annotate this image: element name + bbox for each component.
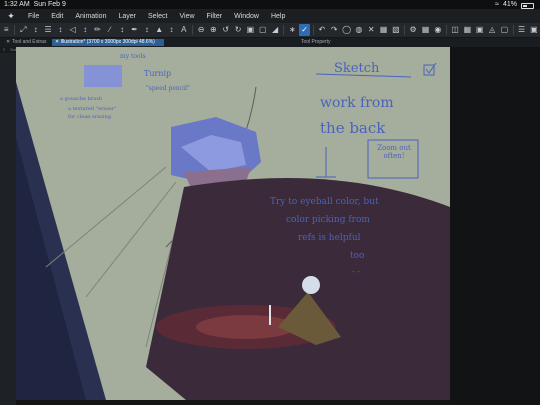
active-brush-icon[interactable]: ✓: [299, 24, 310, 36]
actual-size-icon[interactable]: ▢: [258, 24, 268, 36]
table-top: [146, 178, 450, 400]
settings-gear-icon[interactable]: ⚙: [408, 24, 418, 36]
note-eyeball-2: color picking from: [286, 215, 370, 225]
chevron-up-down-icon[interactable]: ↕: [80, 24, 90, 36]
drawing-canvas[interactable]: my tools Turnip "speed pencil" a gouache…: [16, 47, 450, 400]
note-brush-name: Turnip: [144, 69, 172, 78]
menu-list-icon[interactable]: ≡: [1, 24, 11, 36]
figure-head: [302, 276, 320, 294]
note-sketch: Sketch: [334, 61, 380, 76]
battery-percent: 41%: [502, 1, 517, 8]
tab-document[interactable]: ✕ Illustration* (3700 x 3000px 300dpi 48…: [52, 39, 164, 46]
layer-draft-icon[interactable]: ▢: [499, 24, 509, 36]
note-gouache: a gouache brush: [60, 96, 103, 102]
zoom-in-icon[interactable]: ⊕: [208, 24, 218, 36]
menu-edit[interactable]: Edit: [45, 13, 69, 20]
menu-file[interactable]: File: [22, 13, 45, 20]
note-eyeball-4: too: [350, 251, 365, 261]
chevron-up-down-icon[interactable]: ↕: [142, 24, 152, 36]
reference-icon[interactable]: ◉: [433, 24, 443, 36]
small-candle: [269, 305, 271, 325]
panel-tab-bar: ✕ Tool and Extras ✕ Illustration* (3700 …: [0, 38, 540, 47]
toolbar-divider: [14, 25, 16, 35]
flip-icon[interactable]: ◢: [270, 24, 280, 36]
layer-stack-icon[interactable]: ☰: [43, 24, 53, 36]
menu-layer[interactable]: Layer: [112, 13, 142, 20]
note-eraser-1: a textured "eraser": [68, 106, 117, 112]
lasso-icon[interactable]: ◯: [341, 24, 351, 36]
note-eyeball-1: Try to eyeball color, but: [270, 197, 379, 207]
note-sweat: - -: [352, 267, 360, 276]
redo-icon[interactable]: ↷: [329, 24, 339, 36]
menu-help[interactable]: Help: [265, 13, 291, 20]
toolbar-divider: [404, 25, 405, 35]
tab-tool-property[interactable]: Tool Property: [298, 39, 333, 46]
command-bar: ≡ ⤢ ↕ ☰ ↕ ◁ ↕ ✏ ∕ ↕ ✒ ↕ ▲ ↕ A ⊖ ⊕ ↺ ↻ ▣ …: [0, 23, 540, 38]
fit-icon[interactable]: ▣: [245, 24, 255, 36]
layer-lock-icon[interactable]: ▣: [475, 24, 485, 36]
select-invert-icon[interactable]: ▧: [391, 24, 401, 36]
tab-tool-list[interactable]: Tool and Extras: [9, 39, 49, 46]
layers-panel-icon[interactable]: ☰: [516, 24, 526, 36]
note-brush-quote: "speed pencil": [146, 85, 190, 92]
wifi-icon: ≈: [495, 1, 499, 8]
chevron-up-down-icon[interactable]: ↕: [31, 24, 41, 36]
menu-window[interactable]: Window: [228, 13, 265, 20]
layer-clip-icon[interactable]: ▦: [462, 24, 472, 36]
status-right: ≈ 41%: [495, 0, 534, 9]
close-icon[interactable]: ✕: [55, 39, 59, 45]
layer-ref-icon[interactable]: ◬: [487, 24, 497, 36]
right-panel-area: [450, 47, 540, 405]
toolbar-divider: [283, 25, 285, 35]
chevron-up-down-icon[interactable]: ↕: [166, 24, 176, 36]
fill-bucket-icon[interactable]: ▲: [154, 24, 164, 36]
undo-icon[interactable]: ↶: [317, 24, 327, 36]
color-swatch: [84, 65, 122, 87]
toolbar-divider: [312, 25, 314, 35]
ios-status-bar: 1:32 AM Sun Feb 9 ≈ 41%: [0, 0, 540, 9]
note-zoom-out: Zoom out often!: [377, 144, 411, 160]
pencil-icon[interactable]: ✏: [92, 24, 102, 36]
note-eyeball-3: refs is helpful: [298, 233, 361, 243]
eyedropper-icon[interactable]: ∗: [287, 24, 297, 36]
battery-icon: [521, 2, 534, 9]
toolbar-divider: [445, 25, 447, 35]
move-tool-icon[interactable]: ⤢: [18, 24, 28, 36]
menu-filter[interactable]: Filter: [201, 13, 229, 20]
status-time: 1:32 AM Sun Feb 9: [4, 1, 66, 8]
toolbar-divider: [192, 25, 193, 35]
toolbar-divider: [512, 25, 514, 35]
select-all-icon[interactable]: ▦: [378, 24, 388, 36]
rotate-left-icon[interactable]: ↺: [221, 24, 231, 36]
clear-icon[interactable]: ✕: [366, 24, 376, 36]
lasso-add-icon[interactable]: ◍: [354, 24, 364, 36]
left-tool-strip: [0, 53, 16, 405]
chevron-up-down-icon[interactable]: ↕: [55, 24, 65, 36]
zoom-out-icon[interactable]: ⊖: [196, 24, 206, 36]
chevron-up-down-icon[interactable]: ↕: [117, 24, 127, 36]
brush-icon[interactable]: ∕: [105, 24, 115, 36]
document-title: Illustration* (3700 x 3000px 300dpi 48.6…: [60, 39, 155, 45]
grid-icon[interactable]: ▦: [420, 24, 430, 36]
note-work-from: work from: [320, 95, 394, 111]
panel-toggle-icon[interactable]: ▣: [529, 24, 539, 36]
note-my-tools: my tools: [120, 53, 146, 60]
menu-bar: ✦ File Edit Animation Layer Select View …: [0, 9, 540, 23]
note-eraser-2: for clean erasing: [68, 114, 111, 120]
text-tool-icon[interactable]: A: [179, 24, 189, 36]
rotate-right-icon[interactable]: ↻: [233, 24, 243, 36]
note-the-back: the back: [320, 119, 386, 137]
app-logo-icon[interactable]: ✦: [0, 11, 22, 22]
menu-select[interactable]: Select: [142, 13, 173, 20]
menu-animation[interactable]: Animation: [69, 13, 112, 20]
pen-nib-icon[interactable]: ◁: [68, 24, 78, 36]
pen-alt-icon[interactable]: ✒: [129, 24, 139, 36]
collapse-icon[interactable]: ≡: [3, 47, 5, 52]
layer-mask-icon[interactable]: ◫: [450, 24, 460, 36]
menu-view[interactable]: View: [173, 13, 200, 20]
